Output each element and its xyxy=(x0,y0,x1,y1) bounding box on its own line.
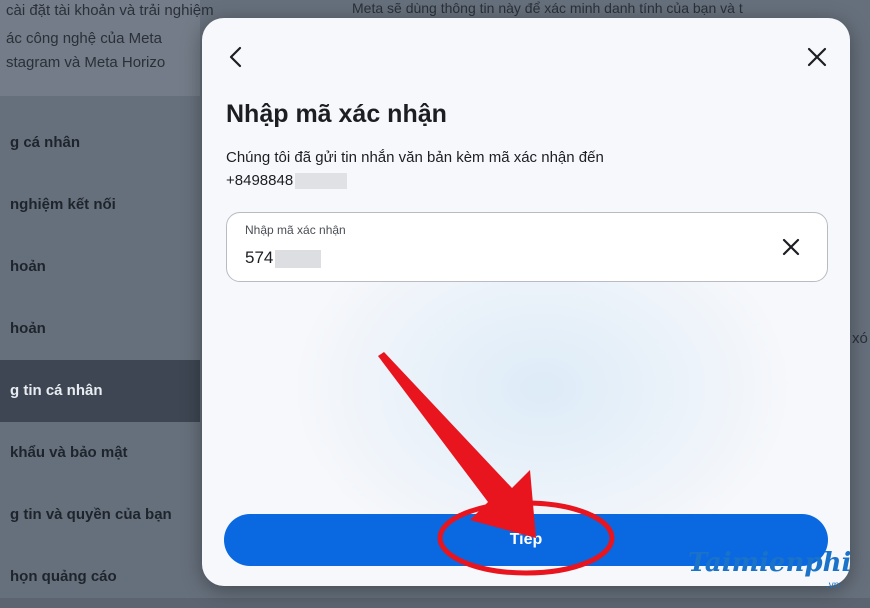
field-value-text: 574 xyxy=(245,248,274,267)
close-icon xyxy=(807,47,827,67)
background-sidebar: g cá nhân nghiệm kết nối hoản hoản g tin… xyxy=(0,112,200,608)
background-text: cài đặt tài khoản và trải nghiệm xyxy=(6,2,214,19)
background-text: xó xyxy=(852,330,868,347)
field-label: Nhập mã xác nhận xyxy=(245,223,346,237)
background-top-left-panel: cài đặt tài khoản và trải nghiệm ác công… xyxy=(0,0,214,96)
verification-code-input[interactable]: Nhập mã xác nhận 574 xyxy=(226,212,828,282)
field-value[interactable]: 574 xyxy=(245,248,322,268)
sidebar-item[interactable]: g cá nhân xyxy=(0,112,200,174)
verification-dialog: Nhập mã xác nhận Chúng tôi đã gửi tin nh… xyxy=(202,18,850,586)
background-text: stagram và Meta Horizo xyxy=(6,54,166,71)
sidebar-item[interactable]: hoản xyxy=(0,236,200,298)
phone-number: +8498848 xyxy=(226,172,348,190)
close-button[interactable] xyxy=(804,44,830,70)
sidebar-item[interactable]: g tin và quyền của bạn xyxy=(0,484,200,546)
dialog-title: Nhập mã xác nhận xyxy=(226,100,447,128)
redacted-digits xyxy=(275,249,322,268)
sidebar-item[interactable]: nghiệm kết nối xyxy=(0,174,200,236)
sidebar-item[interactable]: khẩu và bảo mật xyxy=(0,422,200,484)
redacted-digits xyxy=(295,173,348,190)
back-button[interactable] xyxy=(224,44,250,70)
background-text: ác công nghệ của Meta xyxy=(6,30,162,47)
watermark-logo-suffix: .vn xyxy=(826,580,840,591)
watermark-logo: Taimienphi xyxy=(688,548,852,578)
dialog-subtitle: Chúng tôi đã gửi tin nhắn văn bản kèm mã… xyxy=(226,149,604,166)
sidebar-item[interactable]: hoản xyxy=(0,298,200,360)
close-icon xyxy=(782,238,800,256)
sidebar-item-active[interactable]: g tin cá nhân xyxy=(0,360,200,422)
sidebar-item[interactable]: họn quảng cáo xyxy=(0,546,200,608)
clear-input-button[interactable] xyxy=(779,235,803,259)
phone-number-text: +8498848 xyxy=(226,172,294,189)
chevron-left-icon xyxy=(229,46,242,68)
